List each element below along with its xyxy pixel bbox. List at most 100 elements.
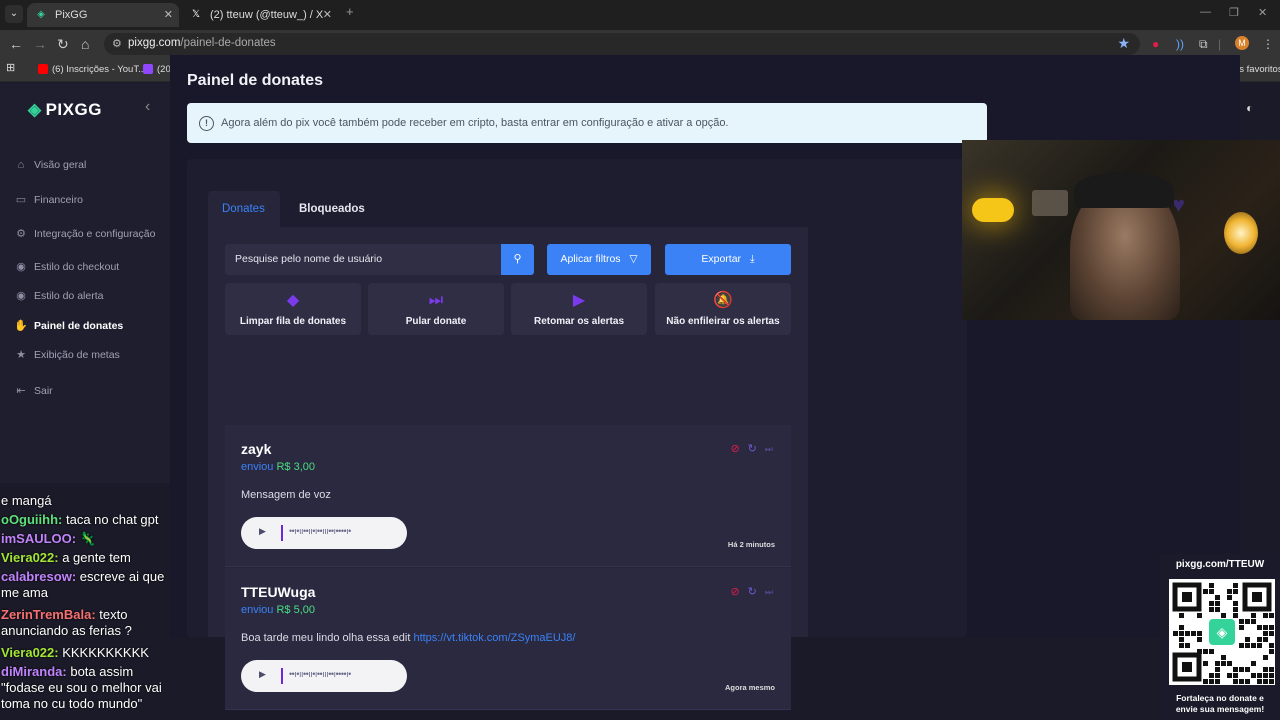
restore-icon[interactable]: ❐ [1229, 6, 1239, 19]
search-button[interactable]: ⚲ [501, 244, 534, 275]
sidebar-item[interactable]: ⇤ Sair [14, 384, 52, 398]
block-icon[interactable]: ⊘ [730, 443, 739, 455]
playhead[interactable] [281, 525, 283, 541]
logout-icon: ⇤ [16, 385, 26, 397]
audio-player[interactable]: ▶ ••ı•ıı••ıı•ı••ııı••ı••••ı• [241, 517, 407, 549]
apply-filters-button[interactable]: Aplicar filtros ▽ [547, 244, 651, 275]
back-icon[interactable]: ← [9, 36, 23, 52]
qr-module [1233, 607, 1238, 612]
qr-module [1209, 679, 1214, 684]
sidebar: ◈ PIXGG ‹ ⌂ Visão geral ▭ Financeiro ⚙ Integra… [0, 83, 170, 483]
chat-username: oOguiihh: [1, 512, 63, 527]
address-bar: ← → ↻ ⌂ ⚙ pixgg.com/painel-de-donates ★ … [0, 30, 1280, 58]
action-button[interactable]: ◆ Limpar fila de donates [225, 283, 361, 335]
replay-icon[interactable]: ↻ [748, 443, 757, 455]
block-icon[interactable]: ⊘ [730, 586, 739, 598]
browser-tab-pixgg[interactable]: ◈ PixGG ✕ [27, 3, 179, 27]
sidebar-item[interactable]: ★ Exibição de metas [14, 348, 120, 362]
qr-module [1269, 667, 1274, 672]
sidebar-item[interactable]: ⌂ Visão geral [14, 158, 87, 172]
qr-module [1251, 643, 1256, 648]
qr-module [1245, 637, 1250, 642]
qr-module [1209, 607, 1214, 612]
qr-module [1209, 589, 1214, 594]
qr-module [1215, 679, 1220, 684]
sidebar-item[interactable]: ◉ Estilo do checkout [14, 260, 119, 274]
sidebar-item[interactable]: ✋ Painel de donates [14, 319, 123, 333]
donate-amount: R$ 3,00 [276, 461, 316, 473]
play-circle-icon: ▶ [572, 292, 586, 309]
search-box [225, 244, 501, 275]
tab-bloqueados[interactable]: Bloqueados [285, 191, 379, 227]
url-field[interactable]: ⚙ pixgg.com/painel-de-donates ★ [104, 33, 1140, 55]
action-label: Retomar os alertas [533, 316, 625, 327]
tab-search-menu[interactable]: ⌄ [5, 5, 23, 23]
collapse-sidebar-icon[interactable]: ‹ [145, 98, 150, 116]
chat-message: me ama [1, 585, 48, 601]
home-icon[interactable]: ⌂ [81, 36, 89, 52]
qr-module [1209, 601, 1214, 606]
apps-grid-icon[interactable]: ⊞ [6, 62, 15, 75]
chat-username: imSAULOO: [1, 531, 77, 546]
donate-link[interactable]: https://vt.tiktok.com/ZSymaEUJ8/ [413, 632, 575, 644]
qr-panel: pixgg.com/TTEUW ◈ Fortaleça no donate e … [1160, 553, 1280, 720]
window-close-icon[interactable]: ✕ [1258, 6, 1267, 19]
skip-icon[interactable]: ⏭ [765, 587, 773, 597]
qr-module [1191, 631, 1196, 636]
qr-module [1197, 631, 1202, 636]
sidebar-item[interactable]: ▭ Financeiro [14, 193, 83, 207]
donate-time: Há 2 minutos [727, 540, 775, 549]
sidebar-item[interactable]: ⚙ Integração e configuração [14, 227, 155, 241]
browser-tab-x[interactable]: 𝕏 (2) tteuw (@tteuw_) / X ✕ [182, 3, 338, 27]
wallet-icon: ▭ [15, 194, 27, 206]
bookmark-label: (6) Inscrições - YouT... [52, 64, 146, 75]
qr-module [1179, 625, 1184, 630]
filter-icon: ▽ [629, 253, 638, 265]
qr-module [1263, 613, 1268, 618]
sidebar-item[interactable]: ◉ Estilo do alerta [14, 289, 103, 303]
brand-logo[interactable]: ◈ PIXGG [28, 100, 102, 120]
webcam-overlay: ♥ [962, 140, 1280, 320]
replay-icon[interactable]: ↻ [748, 586, 757, 598]
action-button[interactable]: ⏭ Pular donate [368, 283, 504, 335]
chat-message: oOguiihh: taca no chat gpt [1, 512, 159, 528]
bookmark-item[interactable]: (6) Inscrições - YouT... [38, 63, 146, 76]
action-button[interactable]: ▶ Retomar os alertas [511, 283, 647, 335]
chat-text: toma no cu todo mundo" [1, 696, 143, 711]
audio-icon[interactable]: )) [1176, 36, 1184, 52]
extension-icon[interactable]: ● [1152, 36, 1159, 52]
new-tab-button[interactable]: + [346, 4, 354, 19]
forward-icon[interactable]: → [33, 36, 47, 52]
minimize-icon[interactable]: — [1200, 6, 1211, 18]
puzzle-icon[interactable]: ⧉ [1199, 36, 1208, 52]
play-icon[interactable]: ▶ [259, 526, 266, 537]
close-icon[interactable]: ✕ [164, 3, 173, 27]
export-button[interactable]: Exportar ⤓ [665, 244, 791, 275]
action-button[interactable]: 🔕 Não enfileirar os alertas [655, 283, 791, 335]
qr-title: pixgg.com/TTEUW [1175, 559, 1265, 570]
search-input[interactable] [235, 253, 485, 265]
play-icon[interactable]: ▶ [259, 669, 266, 680]
qr-module [1179, 613, 1184, 618]
qr-module [1245, 619, 1250, 624]
bookmark-star-icon[interactable]: ★ [1117, 35, 1130, 52]
qr-module [1269, 631, 1274, 636]
qr-module [1227, 589, 1232, 594]
qr-module [1215, 673, 1220, 678]
profile-avatar[interactable]: M [1235, 36, 1249, 50]
qr-module [1221, 613, 1226, 618]
skip-icon[interactable]: ⏭ [765, 444, 773, 454]
lamp-shape [972, 198, 1014, 222]
star-icon: ★ [16, 349, 26, 361]
donate-controls: ⊘ ↻ ⏭ [722, 442, 773, 455]
close-icon[interactable]: ✕ [323, 3, 332, 27]
chat-text: texto [95, 607, 128, 622]
audio-player[interactable]: ▶ ••ı•ıı••ıı•ı••ııı••ı••••ı• [241, 660, 407, 692]
site-info-icon[interactable]: ⚙ [112, 37, 122, 50]
qr-caption-line2: envie sua mensagem! [1175, 704, 1265, 714]
tab-donates[interactable]: Donates [208, 191, 280, 227]
reload-icon[interactable]: ↻ [57, 36, 69, 52]
kebab-menu-icon[interactable]: ⋮ [1262, 36, 1274, 52]
qr-module [1233, 667, 1238, 672]
playhead[interactable] [281, 668, 283, 684]
